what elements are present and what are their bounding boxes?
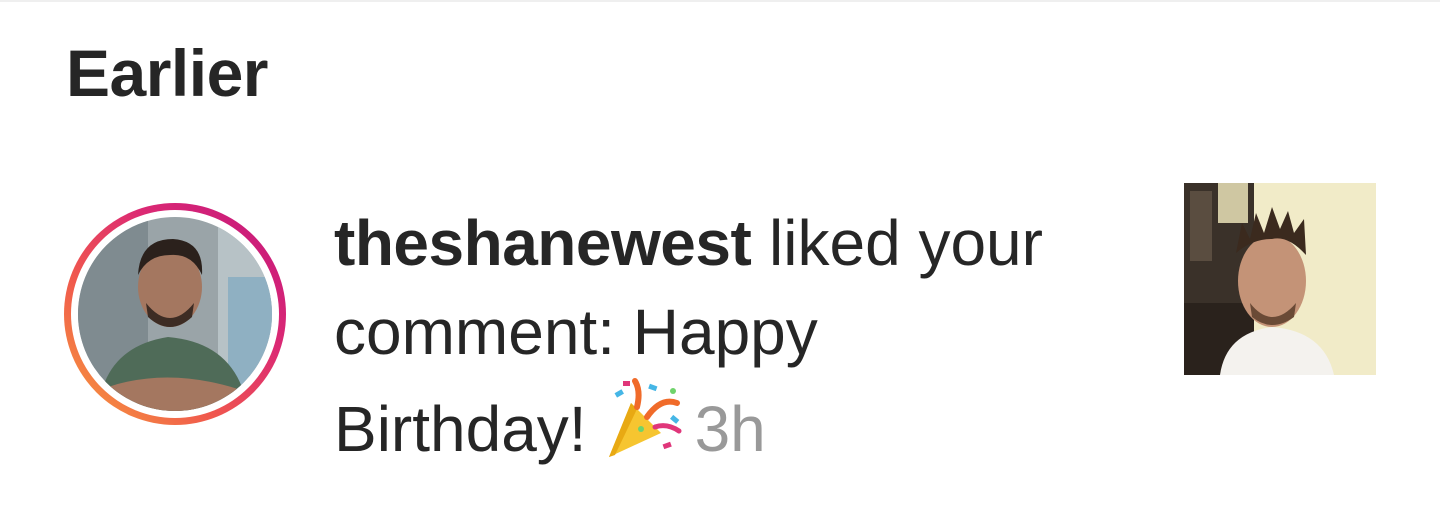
timestamp: 3h: [694, 393, 766, 465]
avatar-ring-gap: [71, 210, 279, 418]
username-link[interactable]: theshanewest: [334, 207, 752, 279]
avatar[interactable]: [78, 217, 272, 411]
notification-item[interactable]: theshanewest liked your comment: Happy B…: [0, 170, 1440, 465]
post-thumbnail[interactable]: [1184, 183, 1376, 375]
top-divider: [0, 0, 1440, 2]
notification-text: theshanewest liked your comment: Happy B…: [334, 199, 1074, 474]
party-popper-icon: [601, 377, 685, 461]
post-thumbnail-photo-icon: [1184, 183, 1376, 375]
section-heading: Earlier: [66, 36, 268, 110]
story-ring[interactable]: [64, 203, 286, 425]
avatar-photo-icon: [78, 217, 272, 411]
